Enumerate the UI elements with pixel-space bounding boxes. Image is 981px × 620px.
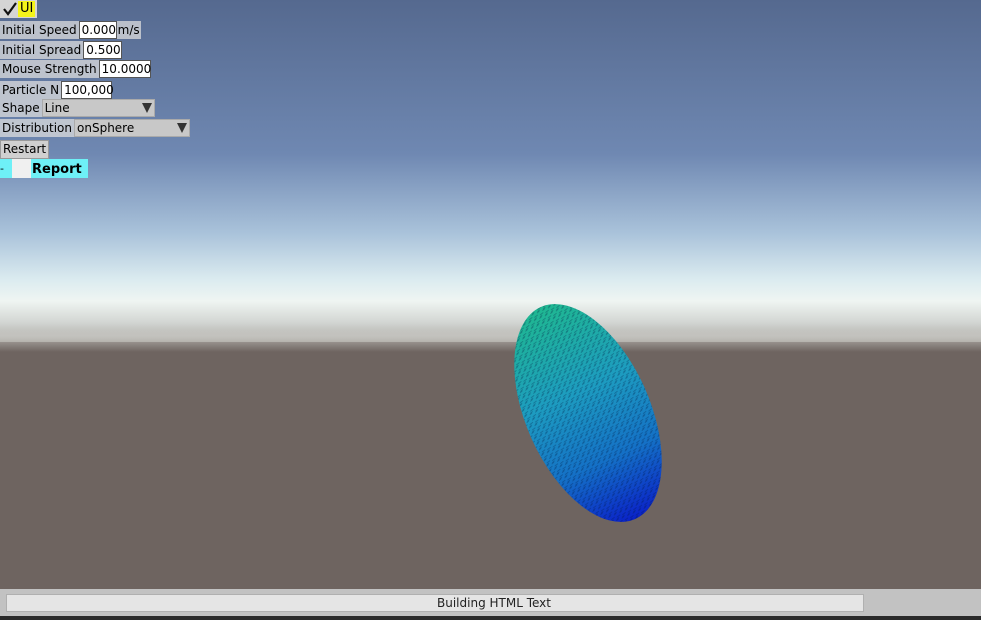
particle-n-input[interactable]: 100,000 bbox=[61, 81, 114, 99]
particle-n-label: Particle N bbox=[0, 81, 62, 99]
mouse-strength-label: Mouse Strength bbox=[0, 60, 99, 78]
distribution-row: Distribution onSphere bbox=[0, 119, 191, 137]
initial-spread-row: Initial Spread 0.500 bbox=[0, 41, 123, 59]
dropdown-arrow-icon bbox=[141, 103, 152, 113]
report-toggle[interactable] bbox=[12, 159, 31, 178]
initial-spread-input[interactable]: 0.500 bbox=[83, 41, 123, 59]
particle-n-row: Particle N 100,000 bbox=[0, 81, 114, 99]
distribution-label: Distribution bbox=[0, 119, 75, 137]
initial-spread-label: Initial Spread bbox=[0, 41, 84, 59]
initial-speed-label: Initial Speed bbox=[0, 21, 79, 39]
report-row: -> Report bbox=[0, 159, 88, 178]
window-bottom-edge bbox=[0, 616, 981, 620]
particle-cloud bbox=[514, 304, 662, 522]
shape-row: Shape Line bbox=[0, 99, 155, 117]
restart-button[interactable]: Restart bbox=[0, 140, 50, 159]
status-text: Building HTML Text bbox=[437, 596, 551, 610]
mouse-strength-row: Mouse Strength 10.0000 bbox=[0, 60, 151, 78]
distribution-dropdown[interactable]: onSphere bbox=[74, 119, 191, 137]
shape-dropdown[interactable]: Line bbox=[41, 99, 155, 117]
distribution-selected: onSphere bbox=[77, 121, 135, 135]
shape-label: Shape bbox=[0, 99, 42, 117]
initial-speed-unit: m/s bbox=[116, 21, 141, 39]
shape-selected: Line bbox=[44, 101, 70, 115]
dropdown-arrow-icon bbox=[177, 123, 188, 133]
initial-speed-row: Initial Speed 0.000 m/s bbox=[0, 21, 141, 39]
3d-viewport[interactable] bbox=[0, 0, 981, 620]
checkmark-icon bbox=[3, 2, 17, 16]
report-button[interactable]: Report bbox=[31, 159, 88, 178]
ui-toggle[interactable]: UI bbox=[0, 0, 38, 18]
initial-speed-input[interactable]: 0.000 bbox=[78, 21, 117, 39]
mouse-strength-input[interactable]: 10.0000 bbox=[98, 60, 151, 78]
report-arrow[interactable]: -> bbox=[0, 159, 12, 178]
ui-toggle-label: UI bbox=[18, 1, 36, 17]
